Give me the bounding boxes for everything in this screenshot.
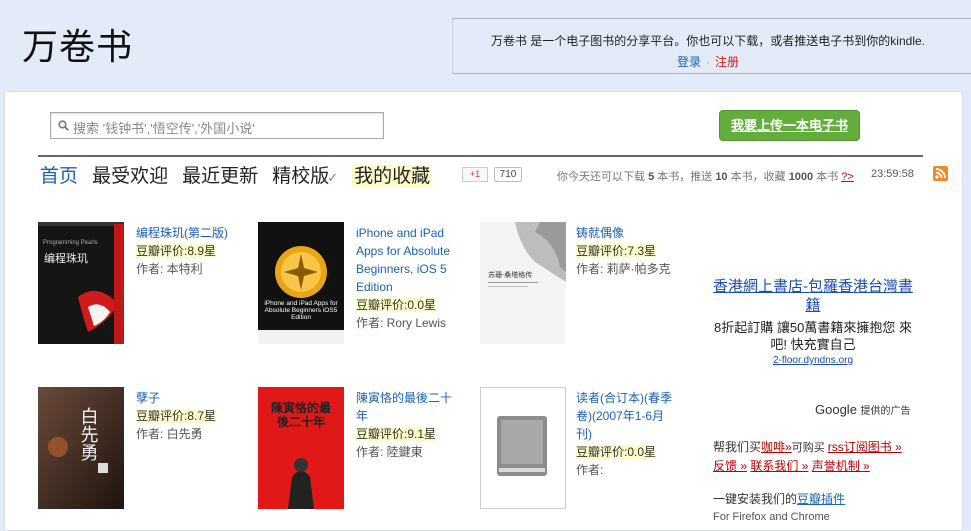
cover-title: 陳寅恪的最後二十年	[270, 401, 331, 429]
rss-icon[interactable]	[933, 166, 948, 181]
book-cover[interactable]: 白先勇	[38, 387, 124, 509]
nav-recent[interactable]: 最近更新	[182, 165, 258, 187]
book-cover[interactable]: iPhone and iPad Apps for Absolute Beginn…	[258, 222, 344, 344]
quota-favorites: 1000	[788, 171, 814, 183]
douban-plugin-link[interactable]: 豆瓣插件	[797, 492, 845, 506]
book-rating: 豆瓣评价:8.7星	[136, 409, 217, 423]
intro-text: 万卷书 是一个电子图书的分享平台。你也可以下载，或者推送电子书到你的kindle…	[490, 34, 925, 48]
book-title[interactable]: 陳寅恪的最後二十年	[356, 389, 456, 425]
feedback-link[interactable]: 反馈 »	[713, 459, 747, 473]
nav-refined[interactable]: 精校版	[272, 165, 329, 187]
cover-title: iPhone and iPad Apps for Absolute Beginn…	[264, 300, 338, 321]
main-nav: 首页 最受欢迎 最近更新 精校版✓ 我的收藏	[40, 161, 440, 188]
book-info: 铸就偶像 豆瓣评价:7.3星 作者: 莉萨·帕多克	[576, 224, 676, 278]
book-cover[interactable]: 苏珊·桑塔格传	[480, 222, 566, 344]
site-logo[interactable]: 万卷书	[22, 18, 133, 70]
book-author: 作者: 白先勇	[136, 427, 203, 441]
book-rating: 豆瓣评价:0.0星	[576, 445, 657, 459]
book-author: 作者:	[576, 463, 604, 477]
google-ads-sub: 提供的广告	[860, 406, 911, 417]
gplus-button[interactable]: +1	[462, 167, 488, 182]
book-info: 孽子 豆瓣评价:8.7星 作者: 白先勇	[136, 389, 246, 443]
intro-box: 万卷书 是一个电子图书的分享平台。你也可以下载，或者推送电子书到你的kindle…	[452, 18, 971, 74]
book-title[interactable]: 读者(合订本)(春季卷)(2007年1-6月刊)	[576, 389, 676, 443]
plugin-text: 一键安装我们的	[713, 492, 798, 506]
book-rating: 豆瓣评价:0.0星	[356, 298, 437, 312]
nav-divider	[38, 155, 923, 157]
book-info: 读者(合订本)(春季卷)(2007年1-6月刊) 豆瓣评价:0.0星 作者:	[576, 389, 676, 479]
book-info: 编程珠玑(第二版) 豆瓣评价:8.9星 作者: 本特利	[136, 224, 246, 278]
quota-text: 你今天还可以下载 5 本书，推送 10 本书，收藏 1000 本书 ?>	[557, 168, 854, 184]
main-panel: 搜索 '钱钟书','悟空传','外国小说' 我要上传一本电子书 首页 最受欢迎 …	[4, 91, 963, 531]
coffee-link[interactable]: 咖啡»	[761, 440, 792, 454]
book-info: 陳寅恪的最後二十年 豆瓣评价:9.1星 作者: 陸鍵東	[356, 389, 456, 461]
plugin-promo: 一键安装我们的豆瓣插件 For Firefox and Chrome	[713, 490, 845, 526]
gplus-count: 710	[494, 167, 522, 182]
reputation-link[interactable]: 声誉机制 »	[812, 459, 870, 473]
help-links: 帮我们买咖啡»可购买 rss订阅图书 » 反馈 » 联系我们 » 声誉机制 »	[713, 438, 902, 475]
auth-links: 登录 · 注册	[453, 53, 925, 70]
book-cover[interactable]: 陳寅恪的最後二十年	[258, 387, 344, 509]
quota-text-3: 本书，收藏	[727, 171, 789, 183]
book-placeholder-icon	[497, 416, 547, 476]
help-text: 帮我们买	[713, 440, 762, 454]
cover-title-en: Programming Pearls	[43, 240, 98, 246]
book-rating: 豆瓣评价:9.1星	[356, 427, 437, 441]
book-title[interactable]: 铸就偶像	[576, 224, 676, 242]
book-title[interactable]: 孽子	[136, 389, 246, 407]
book-rating: 豆瓣评价:7.3星	[576, 244, 657, 258]
quota-text-2: 本书，推送	[654, 171, 716, 183]
login-link[interactable]: 登录	[677, 55, 701, 69]
search-placeholder: 搜索 '钱钟书','悟空传','外国小说'	[73, 121, 255, 136]
quota-pushes: 10	[715, 171, 728, 183]
check-icon: ✓	[327, 171, 339, 186]
cover-title: 编程珠玑	[44, 251, 88, 265]
nav-popular[interactable]: 最受欢迎	[92, 165, 168, 187]
quota-text-4: 本书	[813, 171, 842, 183]
help-text-2: 可购买	[791, 442, 828, 454]
book-author: 作者: 莉萨·帕多克	[576, 262, 671, 276]
cover-title: 白先勇	[78, 407, 99, 462]
book-title[interactable]: 编程珠玑(第二版)	[136, 224, 246, 242]
search-icon	[58, 120, 69, 131]
rss-books-link[interactable]: rss订阅图书 »	[828, 440, 902, 454]
book-title[interactable]: iPhone and iPad Apps for Absolute Beginn…	[356, 224, 466, 296]
nav-favorites[interactable]: 我的收藏	[352, 165, 433, 187]
ad-url[interactable]: 2-floor.dyndns.org	[713, 355, 913, 366]
quota-text-1: 你今天还可以下载	[557, 171, 649, 183]
book-rating: 豆瓣评价:8.9星	[136, 244, 217, 258]
cover-title: 苏珊·桑塔格传	[488, 270, 532, 279]
book-info: iPhone and iPad Apps for Absolute Beginn…	[356, 224, 466, 332]
nav-home[interactable]: 首页	[40, 165, 78, 187]
search-input[interactable]: 搜索 '钱钟书','悟空传','外国小说'	[50, 112, 384, 139]
quota-help-link[interactable]: ?>	[841, 171, 854, 183]
plugin-sub: For Firefox and Chrome	[713, 511, 830, 523]
book-author: 作者: 陸鍵東	[356, 445, 423, 459]
google-logo: Google	[815, 402, 857, 417]
ad-desc: 8折起訂購 讓50萬書籍來擁抱您 來吧! 快充實自己	[714, 320, 912, 352]
book-cover-placeholder[interactable]	[480, 387, 566, 509]
ad-title[interactable]: 香港網上書店-包羅香港台灣書籍	[713, 277, 913, 315]
ad-block: 香港網上書店-包羅香港台灣書籍 8折起訂購 讓50萬書籍來擁抱您 來吧! 快充實…	[713, 277, 913, 366]
upload-button[interactable]: 我要上传一本电子书	[719, 110, 860, 141]
book-author: 作者: 本特利	[136, 262, 203, 276]
separator: ·	[705, 55, 710, 69]
clock: 23:59:58	[871, 168, 914, 180]
register-link[interactable]: 注册	[715, 55, 739, 69]
google-ads-label: Google 提供的广告	[815, 402, 911, 417]
contact-link[interactable]: 联系我们 »	[750, 459, 808, 473]
book-author: 作者: Rory Lewis	[356, 316, 447, 330]
book-cover[interactable]: Programming Pearls 编程珠玑	[38, 222, 124, 344]
